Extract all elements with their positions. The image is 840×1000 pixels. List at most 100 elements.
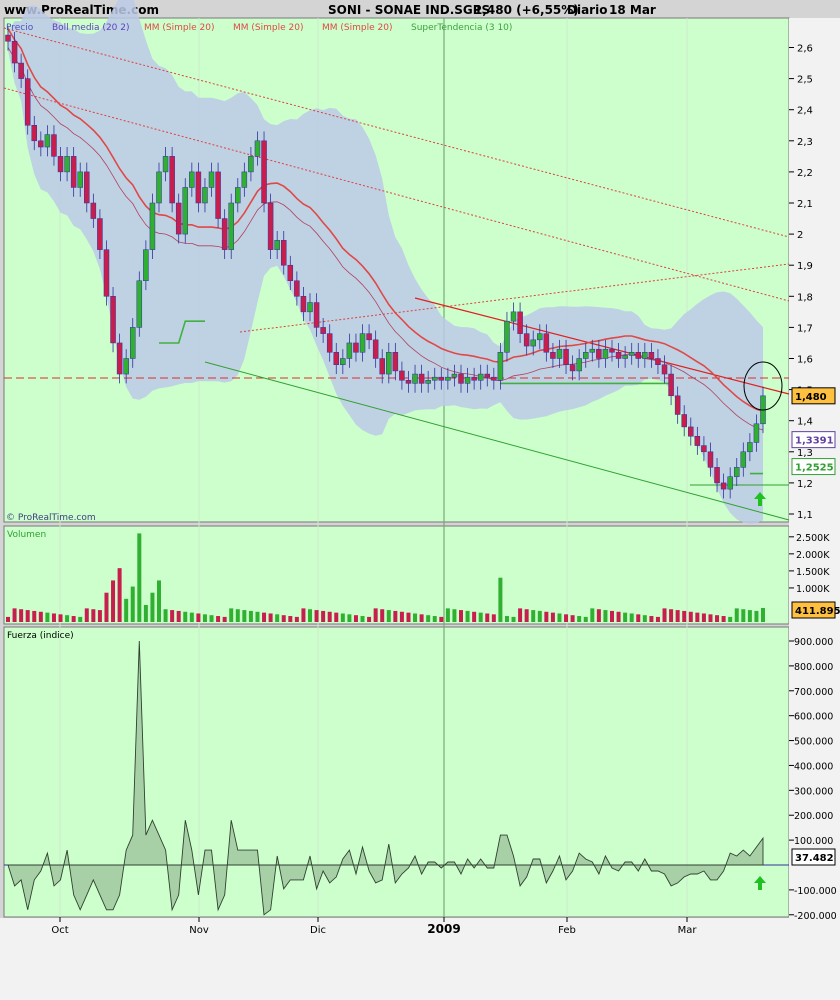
volume-bar bbox=[432, 616, 437, 622]
candle-down bbox=[300, 296, 307, 313]
volume-bar bbox=[603, 610, 608, 622]
volume-bar bbox=[301, 608, 306, 622]
x-tick-label: Oct bbox=[51, 925, 68, 936]
x-tick-label: Feb bbox=[558, 925, 576, 936]
volume-bar bbox=[71, 616, 76, 622]
candle-up bbox=[753, 423, 760, 443]
volume-bar bbox=[511, 616, 516, 622]
candle-down bbox=[313, 302, 320, 328]
volume-bar bbox=[111, 580, 116, 622]
volume-bar bbox=[636, 614, 641, 622]
price-value-label: 1,2525 bbox=[795, 463, 834, 474]
candle-up bbox=[129, 327, 136, 359]
volume-value-label: 411.895 bbox=[795, 606, 840, 617]
legend-item: Boll media (20 2) bbox=[52, 23, 130, 33]
price-tick-label: 1,8 bbox=[797, 292, 813, 303]
volume-bar bbox=[347, 614, 352, 622]
candle-up bbox=[477, 373, 484, 381]
volume-bar bbox=[321, 610, 326, 622]
volume-bar bbox=[38, 611, 43, 622]
volume-tick-label: 2.000K bbox=[796, 550, 830, 561]
volume-bar bbox=[491, 614, 496, 622]
volume-bar bbox=[701, 613, 706, 622]
candle-down bbox=[31, 125, 38, 142]
volume-bar bbox=[294, 616, 299, 622]
candle-down bbox=[261, 140, 267, 204]
candle-up bbox=[182, 187, 189, 235]
candle-up bbox=[136, 280, 143, 328]
legend-item: SuperTendencia (3 10) bbox=[411, 23, 512, 33]
volume-bar bbox=[353, 615, 358, 622]
volume-bar bbox=[334, 612, 339, 622]
candle-up bbox=[602, 348, 609, 359]
candle-up bbox=[510, 311, 517, 322]
price-tick-label: 2,3 bbox=[797, 137, 813, 148]
volume-bar bbox=[84, 608, 89, 622]
volume-bar bbox=[708, 614, 713, 622]
candle-down bbox=[70, 156, 77, 188]
volume-bar bbox=[675, 610, 680, 622]
candle-up bbox=[431, 376, 438, 381]
candle-up bbox=[733, 467, 740, 477]
x-tick-label: Mar bbox=[678, 925, 698, 936]
candle-down bbox=[609, 348, 615, 353]
candle-up bbox=[589, 348, 596, 353]
candle-down bbox=[550, 352, 556, 359]
candle-up bbox=[149, 202, 156, 250]
force-tick-label: 700.000 bbox=[794, 687, 833, 698]
price-tick-label: 1,3 bbox=[797, 448, 813, 459]
volume-bar bbox=[150, 592, 155, 622]
volume-bar bbox=[275, 614, 280, 622]
candle-down bbox=[103, 249, 110, 297]
candle-up bbox=[425, 380, 431, 384]
candle-down bbox=[294, 280, 300, 297]
force-tick-label: -100.000 bbox=[794, 886, 837, 897]
volume-bar bbox=[65, 615, 70, 622]
candle-up bbox=[582, 352, 589, 359]
candle-up bbox=[254, 140, 261, 157]
candle-up bbox=[235, 187, 241, 204]
candle-up bbox=[727, 476, 733, 490]
volume-bar bbox=[25, 610, 30, 622]
candle-down bbox=[438, 376, 445, 381]
volume-bar bbox=[12, 608, 17, 622]
candle-up bbox=[241, 171, 248, 188]
candle-up bbox=[386, 352, 392, 375]
candle-down bbox=[491, 376, 497, 381]
candle-down bbox=[175, 202, 182, 235]
candle-up bbox=[77, 171, 83, 188]
force-tick-label: 100.000 bbox=[794, 836, 833, 847]
volume-bar bbox=[439, 616, 444, 622]
volume-bar bbox=[537, 610, 542, 622]
copyright-label: © ProRealTime.com bbox=[6, 513, 96, 523]
candle-down bbox=[267, 202, 274, 250]
volume-bar bbox=[229, 608, 234, 622]
candle-up bbox=[451, 373, 458, 378]
volume-bar bbox=[163, 609, 168, 622]
candle-down bbox=[90, 202, 97, 219]
volume-bar bbox=[189, 612, 194, 622]
volume-bar bbox=[373, 608, 378, 622]
volume-tick-label: 1.000K bbox=[796, 584, 830, 595]
candle-down bbox=[215, 171, 221, 219]
volume-bar bbox=[570, 615, 575, 622]
candle-down bbox=[418, 373, 425, 384]
candle-down bbox=[405, 380, 412, 384]
candle-up bbox=[537, 333, 543, 341]
price-tick-label: 1,2 bbox=[797, 479, 813, 490]
volume-bar bbox=[58, 614, 63, 622]
candle-up bbox=[359, 333, 366, 353]
volume-bar bbox=[445, 608, 450, 622]
volume-bar bbox=[649, 616, 654, 622]
volume-bar bbox=[557, 613, 562, 622]
volume-bar bbox=[91, 609, 96, 622]
volume-bar bbox=[642, 615, 647, 622]
candle-down bbox=[517, 311, 523, 334]
volume-bar bbox=[196, 613, 201, 622]
volume-bar bbox=[662, 608, 667, 622]
volume-bar bbox=[419, 614, 424, 622]
force-tick-label: 300.000 bbox=[794, 786, 833, 797]
volume-bar bbox=[137, 533, 142, 622]
candle-down bbox=[661, 364, 668, 375]
candle-up bbox=[274, 240, 280, 250]
